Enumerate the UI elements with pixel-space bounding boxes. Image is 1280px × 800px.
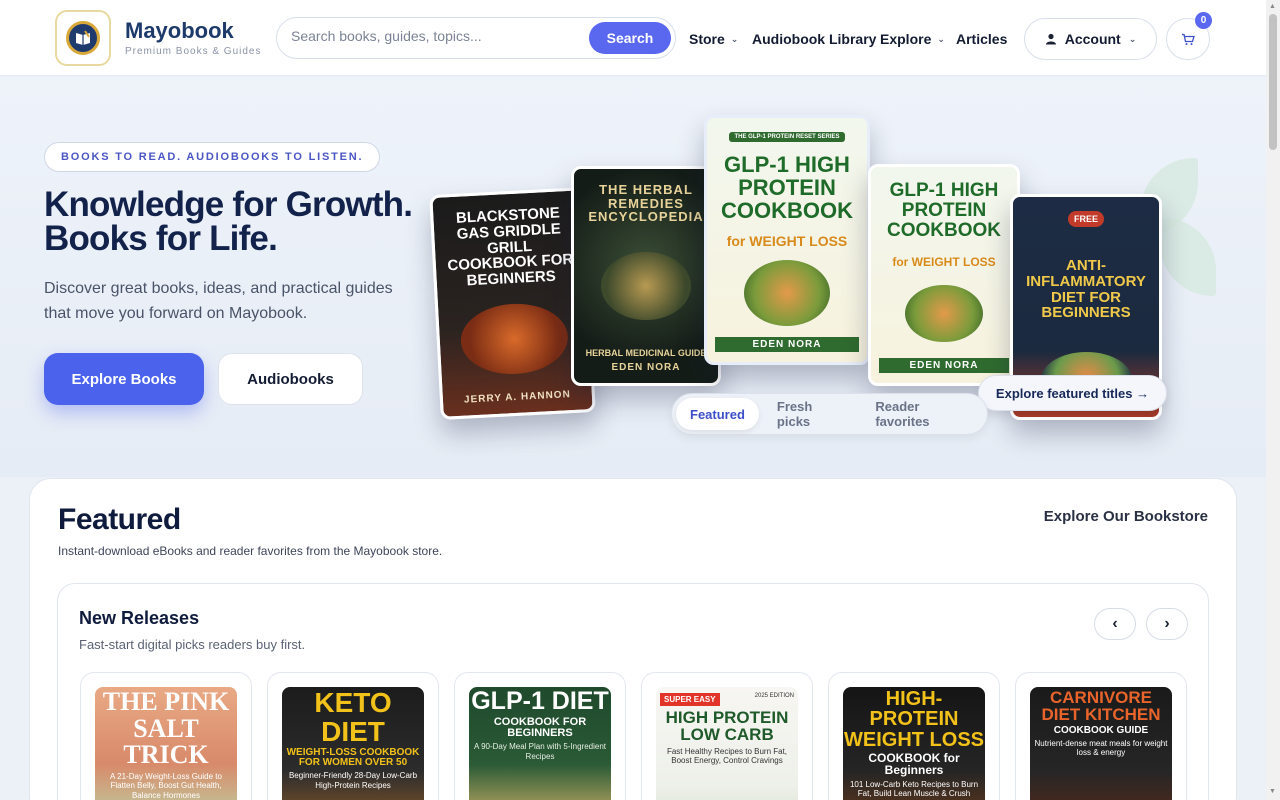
cover-title: BLACKSTONE GAS GRIDDLE GRILL COOKBOOK FO… (447, 204, 574, 290)
book-title-2: WEIGHT-LOSS COOKBOOK FOR WOMEN OVER 50 (286, 747, 420, 769)
book-logo-icon (66, 21, 100, 55)
book-blurb: 101 Low-Carb Keto Recipes to Burn Fat, B… (849, 779, 979, 800)
book-title: THE PINK SALT TRICK (102, 687, 230, 770)
nav-audiobook-library[interactable]: Audiobook Library (752, 31, 876, 47)
book-title: HIGH PROTEIN LOW CARB (665, 708, 789, 745)
explore-bookstore-link[interactable]: Explore Our Bookstore (1044, 508, 1208, 525)
search-bar: Search (276, 17, 676, 59)
cart-count-badge: 0 (1195, 12, 1212, 29)
book-cover: THE PINK SALT TRICK A 21-Day Weight-Loss… (95, 687, 237, 800)
tab-featured[interactable]: Featured (676, 398, 759, 430)
search-button[interactable]: Search (589, 22, 671, 54)
book-blurb: A 21-Day Weight-Loss Guide to Flatten Be… (110, 771, 222, 800)
cover-title: GLP-1 HIGH PROTEIN COOKBOOK (887, 180, 1001, 241)
nav-store[interactable]: Store ⌄ (689, 31, 738, 47)
book-card[interactable]: GLP-1 DIET COOKBOOK FOR BEGINNERS A 90-D… (454, 672, 626, 800)
brand-tagline: Premium Books & Guides (125, 46, 262, 57)
chevron-down-icon: ⌄ (730, 33, 739, 44)
section-subtitle: Instant-download eBooks and reader favor… (58, 544, 443, 558)
book-card[interactable]: KETO DIET WEIGHT-LOSS COOKBOOK FOR WOMEN… (267, 672, 439, 800)
nav-audiobook-library-label: Audiobook Library (752, 31, 877, 47)
hero-eyebrow: BOOKS TO READ. AUDIOBOOKS TO LISTEN. (44, 142, 381, 172)
new-releases-carousel: New Releases Fast-start digital picks re… (57, 583, 1209, 800)
tab-reader-favorites[interactable]: Reader favorites (861, 398, 983, 430)
herb-tree-image (601, 251, 691, 321)
scroll-thumb[interactable] (1269, 14, 1277, 150)
book-blurb: Nutrient-dense meat meals for weight los… (1034, 738, 1168, 758)
cover-author: EDEN NORA (715, 336, 859, 352)
chevron-down-icon: ⌄ (937, 33, 945, 44)
food-image (459, 301, 570, 378)
audiobooks-button[interactable]: Audiobooks (218, 353, 363, 405)
hero-subtitle: Discover great books, ideas, and practic… (44, 280, 393, 322)
scroll-down-arrow-icon[interactable]: ▼ (1269, 788, 1276, 795)
book-card[interactable]: CARNIVORE DIET KITCHEN COOKBOOK GUIDE Nu… (1015, 672, 1187, 800)
book-edition: 2025 EDITION (754, 693, 794, 699)
book-title-2: COOKBOOK for Beginners (868, 751, 960, 778)
book-blurb: A 90-Day Meal Plan with 5-Ingredient Rec… (473, 741, 607, 761)
food-bowl-image (743, 259, 831, 326)
carousel-subtitle: Fast-start digital picks readers buy fir… (79, 637, 306, 652)
nav-explore[interactable]: Explore ⌄ (880, 31, 945, 47)
book-title-2: COOKBOOK GUIDE (1053, 724, 1149, 736)
search-input[interactable] (291, 28, 581, 44)
book-cover: GLP-1 DIET COOKBOOK FOR BEGINNERS A 90-D… (469, 687, 611, 800)
carousel-title: New Releases (79, 608, 200, 628)
chevron-down-icon: ⌄ (1128, 33, 1137, 44)
scroll-up-arrow-icon[interactable]: ▲ (1269, 3, 1276, 10)
nav-articles[interactable]: Articles (956, 31, 1007, 47)
account-button[interactable]: Account ⌄ (1024, 18, 1157, 60)
book-blurb: Fast Healthy Recipes to Burn Fat, Boost … (666, 746, 788, 766)
cover-title-2: for WEIGHT LOSS (892, 255, 996, 270)
cover-author: EDEN NORA (611, 362, 681, 373)
section-title: Featured (58, 503, 181, 536)
site-header: Mayobook Premium Books & Guides Search S… (0, 0, 1266, 76)
book-blurb: Beginner-Friendly 28-Day Low-Carb High-P… (288, 771, 418, 791)
hero-title: Knowledge for Growth. Books for Life. (44, 185, 413, 258)
cover-title-2: for WEIGHT LOSS (726, 232, 848, 249)
book-title: KETO DIET (314, 687, 392, 747)
explore-featured-titles-button[interactable]: Explore featured titles → (978, 375, 1167, 411)
cover-author: JERRY A. HANNON (463, 389, 572, 406)
book-badge: SUPER EASY (660, 693, 720, 706)
nav-explore-label: Explore (880, 31, 932, 47)
cover-series: THE GLP-1 PROTEIN RESET SERIES (729, 132, 845, 142)
nav-articles-label: Articles (956, 31, 1008, 47)
book-title-2: COOKBOOK FOR BEGINNERS (493, 715, 587, 739)
tab-fresh-picks[interactable]: Fresh picks (763, 398, 857, 430)
book-cover: HIGH-PROTEIN WEIGHT LOSS COOKBOOK for Be… (843, 687, 985, 800)
carousel-next-button[interactable]: › (1146, 608, 1188, 640)
book-title: GLP-1 DIET (471, 687, 609, 715)
featured-section: Featured Instant-download eBooks and rea… (29, 478, 1237, 800)
book-title: HIGH-PROTEIN WEIGHT LOSS (844, 688, 984, 751)
cover-subtitle: HERBAL MEDICINAL GUIDE (585, 348, 707, 358)
book-card[interactable]: HIGH-PROTEIN WEIGHT LOSS COOKBOOK for Be… (828, 672, 1000, 800)
page-scrollbar[interactable]: ▲ ▼ (1266, 0, 1280, 800)
cover-title: THE HERBAL REMEDIES ENCYCLOPEDIA (588, 182, 704, 225)
book-cover-glp1-large[interactable]: THE GLP-1 PROTEIN RESET SERIES GLP-1 HIG… (704, 115, 870, 365)
user-icon (1045, 33, 1056, 45)
cart-icon (1182, 33, 1195, 45)
hero-tabs: Featured Fresh picks Reader favorites (671, 393, 988, 435)
book-card[interactable]: SUPER EASY 2025 EDITION HIGH PROTEIN LOW… (641, 672, 813, 800)
food-bowl-image (905, 284, 983, 343)
book-cover-glp1-small[interactable]: GLP-1 HIGH PROTEIN COOKBOOK for WEIGHT L… (868, 164, 1020, 386)
nav-store-label: Store (689, 31, 725, 47)
book-cover: KETO DIET WEIGHT-LOSS COOKBOOK FOR WOMEN… (282, 687, 424, 800)
cover-author: EDEN NORA (879, 357, 1009, 373)
book-cover: SUPER EASY 2025 EDITION HIGH PROTEIN LOW… (656, 687, 798, 800)
cover-title: GLP-1 HIGH PROTEIN COOKBOOK (721, 152, 853, 224)
account-label: Account (1064, 31, 1121, 47)
explore-books-button[interactable]: Explore Books (44, 353, 204, 405)
book-card[interactable]: THE PINK SALT TRICK A 21-Day Weight-Loss… (80, 672, 252, 800)
carousel-prev-button[interactable]: ‹ (1094, 608, 1136, 640)
cover-title: ANTI-INFLAMMATORY DIET FOR BEGINNERS (1026, 257, 1146, 322)
cover-badge: FREE (1067, 211, 1104, 227)
logo[interactable] (55, 10, 111, 66)
book-cover-herbal[interactable]: THE HERBAL REMEDIES ENCYCLOPEDIA HERBAL … (571, 166, 721, 386)
book-title: CARNIVORE DIET KITCHEN (1041, 688, 1161, 725)
brand-name[interactable]: Mayobook (125, 18, 234, 44)
book-cover: CARNIVORE DIET KITCHEN COOKBOOK GUIDE Nu… (1030, 687, 1172, 800)
